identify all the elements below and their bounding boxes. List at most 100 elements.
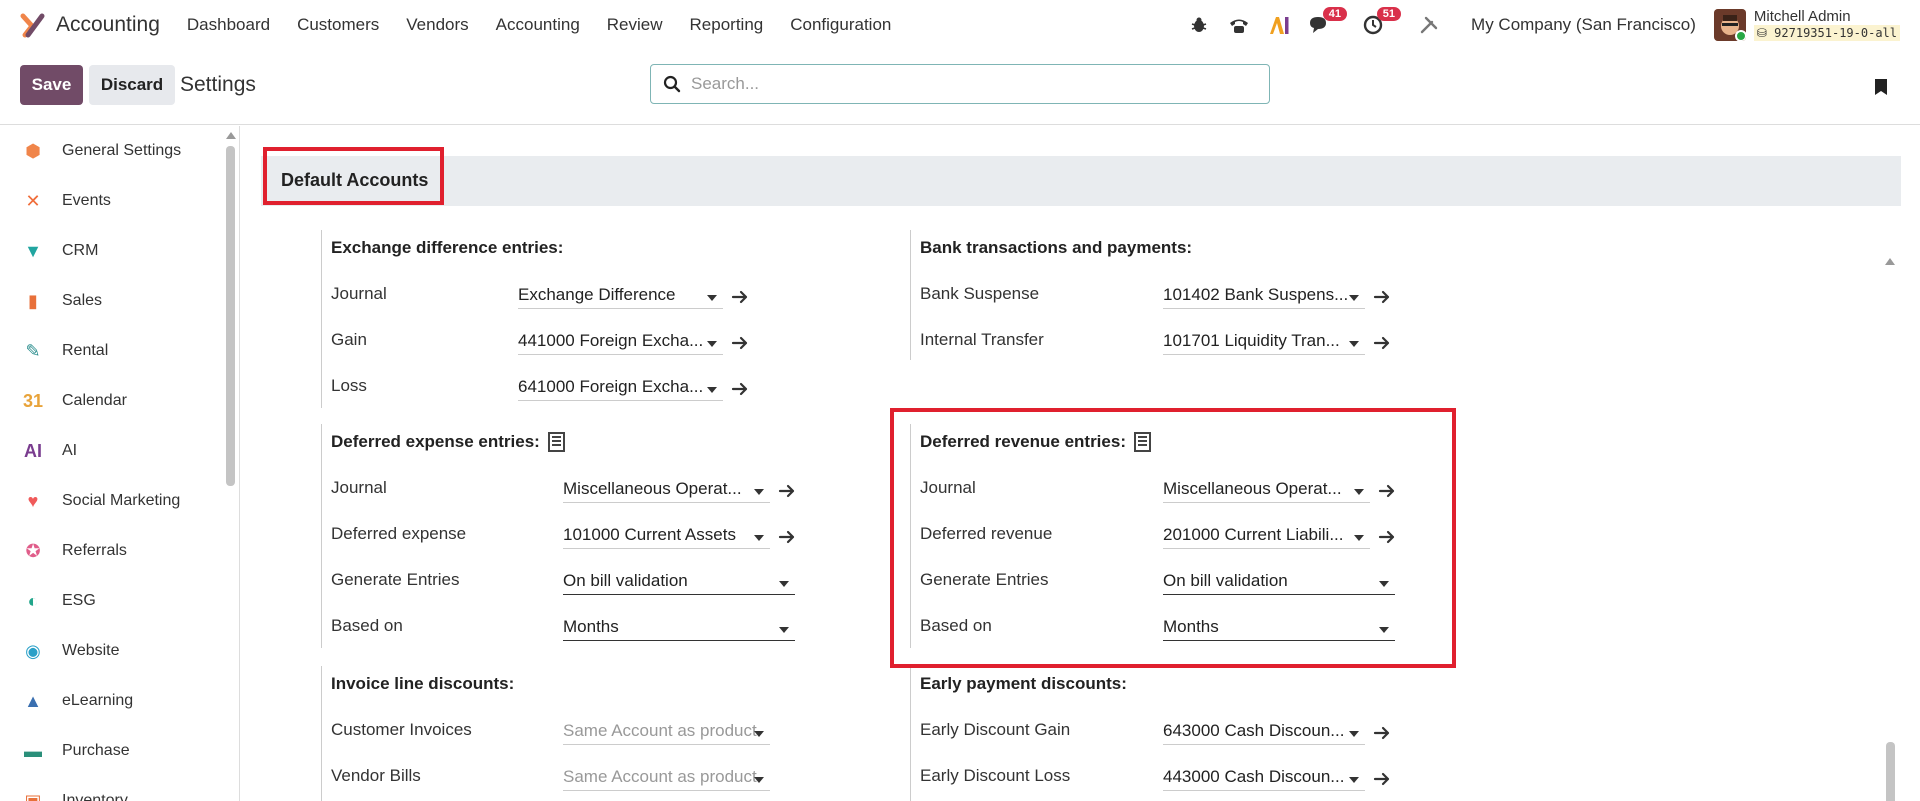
many2one-field[interactable]: 641000 Foreign Excha... [518,377,723,401]
content-scroll-up-arrow[interactable] [1885,258,1895,265]
sidebar-item-social-marketing[interactable]: ♥ Social Marketing [0,476,239,526]
sidebar-item-website[interactable]: ◉ Website [0,626,239,676]
many2one-field[interactable]: Miscellaneous Operat... [1163,479,1370,503]
sidebar-item-label: ESG [62,592,96,609]
sidebar-item-elearning[interactable]: ▲ eLearning [0,676,239,726]
sidebar-item-sales[interactable]: ▮ Sales [0,276,239,326]
avatar [1713,9,1746,41]
field-label: Bank Suspense [920,284,1040,303]
caret-down-icon[interactable] [1354,535,1364,541]
sidebar-item-general-settings[interactable]: ⬢ General Settings [0,126,239,176]
menu-vendors[interactable]: Vendors [406,15,468,35]
caret-down-icon[interactable] [1379,627,1389,633]
select-field[interactable]: On bill validation [1163,571,1395,595]
many2one-field[interactable]: 443000 Cash Discoun... [1163,767,1365,791]
many2one-field[interactable]: 101000 Current Assets [563,525,770,549]
search-box[interactable] [650,64,1270,104]
caret-down-icon[interactable] [754,489,764,495]
sidebar-item-purchase[interactable]: ▬ Purchase [0,726,239,776]
field-label: Internal Transfer [920,330,1044,349]
internal-link-arrow-icon[interactable] [1373,335,1391,351]
activities-clock-icon[interactable]: 51 [1359,7,1402,39]
company-switcher[interactable]: My Company (San Francisco) [1471,15,1696,35]
caret-down-icon[interactable] [1349,731,1359,737]
sidebar-item-crm[interactable]: ▼ CRM [0,226,239,276]
internal-link-arrow-icon[interactable] [1378,529,1396,545]
menu-customers[interactable]: Customers [297,15,379,35]
internal-link-arrow-icon[interactable] [1373,725,1391,741]
menu-review[interactable]: Review [607,15,663,35]
menu-accounting[interactable]: Accounting [496,15,580,35]
many2one-field[interactable]: Miscellaneous Operat... [563,479,770,503]
settings-content[interactable]: Default Accounts Exchange difference ent… [241,126,1901,801]
sidebar-item-rental[interactable]: ✎ Rental [0,326,239,376]
app-name[interactable]: Accounting [56,13,160,37]
sidebar-item-events[interactable]: ✕ Events [0,176,239,226]
many2one-field[interactable]: 441000 Foreign Excha... [518,331,723,355]
tools-icon[interactable] [1415,11,1443,39]
field-label: Customer Invoices [331,720,472,739]
settings-sidebar[interactable]: ⬢ General Settings ✕ Events ▼ CRM ▮ Sales ✎ Renta… [0,126,240,801]
sidebar-item-esg[interactable]: ◐ ESG [0,576,239,626]
menu-dashboard[interactable]: Dashboard [187,15,270,35]
debug-bug-icon[interactable] [1185,11,1213,39]
sidebar-item-referrals[interactable]: ✪ Referrals [0,526,239,576]
internal-link-arrow-icon[interactable] [1373,289,1391,305]
user-menu[interactable]: Mitchell Admin ⛁ 92719351-19-0-all [1713,8,1900,41]
internal-link-arrow-icon[interactable] [731,335,749,351]
sidebar-item-inventory[interactable]: ▣ Inventory [0,776,239,801]
app-brand[interactable]: Accounting [20,12,160,38]
sidebar-scroll-up-arrow[interactable] [226,132,236,139]
caret-down-icon[interactable] [779,627,789,633]
bookmark-icon[interactable] [1874,78,1888,96]
select-field[interactable]: Months [1163,617,1395,641]
many2one-field[interactable]: 101402 Bank Suspens... [1163,285,1365,309]
internal-link-arrow-icon[interactable] [1378,483,1396,499]
caret-down-icon[interactable] [707,341,717,347]
many2one-field[interactable]: 101701 Liquidity Tran... [1163,331,1365,355]
content-scrollbar[interactable] [1886,742,1895,801]
many2one-field[interactable]: 201000 Current Liabili... [1163,525,1370,549]
ai-icon: AI [24,440,42,461]
save-button[interactable]: Save [20,65,83,105]
messages-icon[interactable]: 41 [1305,7,1348,39]
search-input[interactable] [691,74,1251,94]
many2one-field[interactable]: 643000 Cash Discoun... [1163,721,1365,745]
sidebar-scrollbar[interactable] [226,146,235,486]
sidebar-item-ai[interactable]: AI AI [0,426,239,476]
ai-icon[interactable] [1265,11,1293,39]
select-field[interactable]: On bill validation [563,571,795,595]
sidebar-item-label: eLearning [62,692,134,709]
group-divider [910,666,911,801]
user-name: Mitchell Admin [1753,8,1851,25]
internal-link-arrow-icon[interactable] [778,529,796,545]
select-field[interactable]: Months [563,617,795,641]
menu-configuration[interactable]: Configuration [790,15,891,35]
phone-icon[interactable] [1225,11,1253,39]
internal-link-arrow-icon[interactable] [731,381,749,397]
caret-down-icon[interactable] [1349,777,1359,783]
caret-down-icon[interactable] [779,581,789,587]
many2one-field[interactable]: Same Account as product [563,767,770,791]
internal-link-arrow-icon[interactable] [1373,771,1391,787]
group-divider [910,424,911,648]
caret-down-icon[interactable] [754,777,764,783]
many2one-field[interactable]: Exchange Difference [518,285,723,309]
caret-down-icon[interactable] [1349,295,1359,301]
field-value: Exchange Difference [518,285,676,304]
internal-link-arrow-icon[interactable] [731,289,749,305]
menu-reporting[interactable]: Reporting [690,15,764,35]
caret-down-icon[interactable] [1379,581,1389,587]
discard-button[interactable]: Discard [89,65,175,105]
caret-down-icon[interactable] [1354,489,1364,495]
calendar-icon: 31 [22,390,44,411]
caret-down-icon[interactable] [707,295,717,301]
caret-down-icon[interactable] [754,731,764,737]
internal-link-arrow-icon[interactable] [778,483,796,499]
field-value: 101701 Liquidity Tran... [1163,331,1340,350]
caret-down-icon[interactable] [1349,341,1359,347]
caret-down-icon[interactable] [754,535,764,541]
sidebar-item-calendar[interactable]: 31 Calendar [0,376,239,426]
many2one-field[interactable]: Same Account as product [563,721,770,745]
caret-down-icon[interactable] [707,387,717,393]
